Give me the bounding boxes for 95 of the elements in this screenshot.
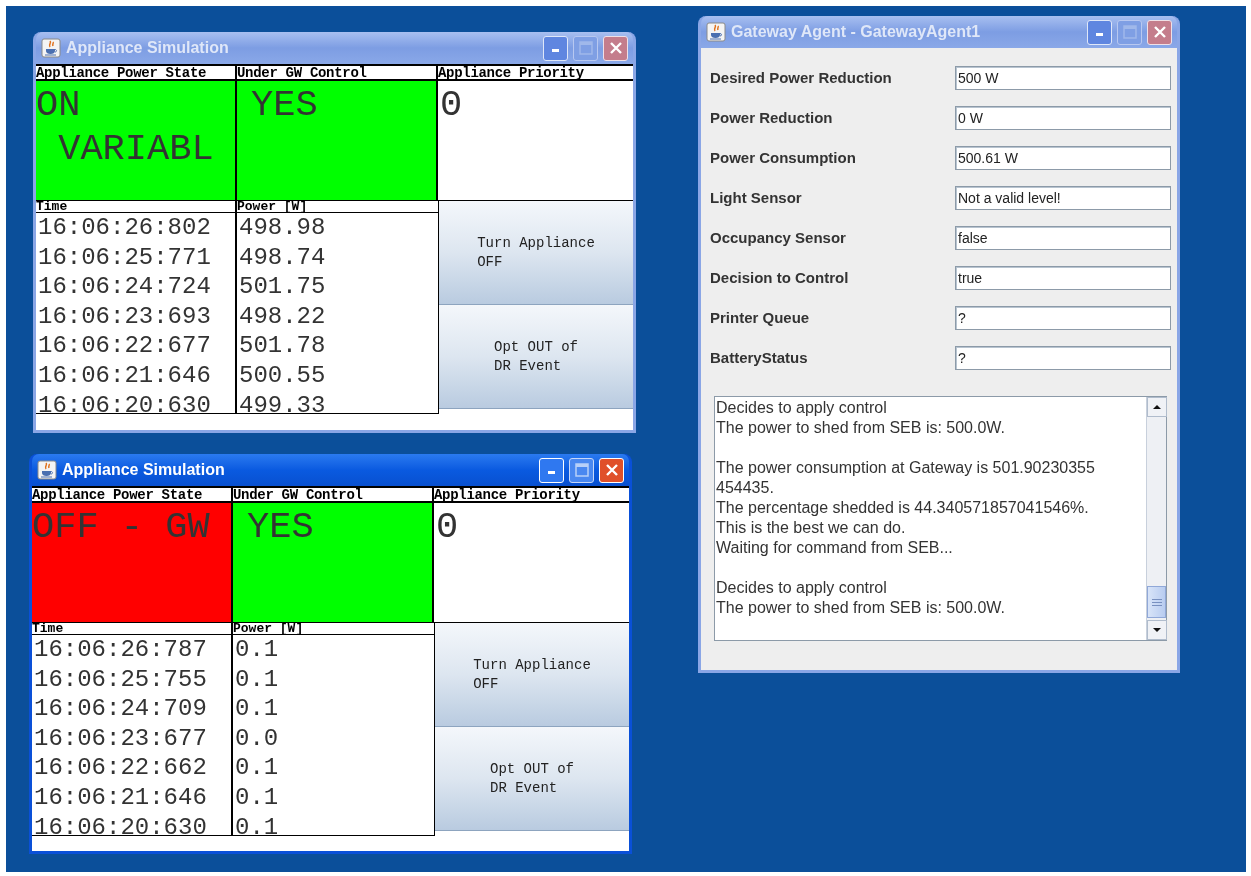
priority-value: 0	[440, 84, 463, 126]
power-cell-text: 0.1	[235, 753, 280, 783]
power-cell-text: 498.74	[239, 242, 327, 273]
priority-value: 0	[436, 506, 459, 548]
power-cell-text: 499.33	[239, 390, 327, 413]
scroll-bar[interactable]	[1146, 397, 1166, 640]
column-header: Appliance Power State	[32, 488, 233, 501]
maximize-button[interactable]	[569, 457, 594, 483]
power-state-text: OFF - GW	[32, 505, 210, 549]
power-cell-text: 501.78	[239, 331, 327, 361]
log-line: Waiting for command from SEB...	[716, 538, 954, 558]
minimize-button[interactable]	[1087, 19, 1112, 45]
log-line: The power to shed from SEB is: 500.0W.	[716, 418, 1007, 438]
appliance-button[interactable]: Opt OUT of DR Event	[435, 727, 629, 831]
column-header: Time	[32, 623, 233, 634]
power-cell-text: 0.0	[235, 723, 280, 754]
column-header: Time	[36, 201, 237, 212]
time-cell-text: 16:06:24:709	[34, 694, 208, 724]
power-cell-text: 0.1	[235, 812, 280, 835]
time-cell-text: 16:06:22:662	[34, 753, 208, 783]
minimize-button[interactable]	[543, 35, 568, 61]
time-cell-text: 16:06:21:646	[38, 360, 212, 391]
log-line: The power consumption at Gateway is 501.90230355	[716, 458, 1096, 478]
scroll-down-icon[interactable]	[1147, 620, 1167, 640]
column-header: Appliance Priority	[434, 488, 581, 501]
log-area[interactable]	[714, 396, 1167, 641]
time-cell-text: 16:06:26:787	[34, 635, 208, 665]
field-label: Power Consumption	[710, 147, 857, 168]
appliance-button[interactable]: Turn Appliance OFF	[435, 623, 629, 727]
appliance-button[interactable]: Turn Appliance OFF	[439, 201, 633, 305]
time-cell-text: 16:06:24:724	[38, 272, 212, 302]
text-field[interactable]: true	[955, 266, 1171, 290]
field-label: Light Sensor	[710, 187, 803, 208]
time-cell-text: 16:06:20:630	[34, 812, 208, 835]
column-header: Power [W]	[237, 201, 309, 212]
column-header: Power [W]	[233, 623, 305, 634]
column-header: Appliance Power State	[36, 66, 237, 79]
app-icon	[41, 38, 61, 58]
log-line: The percentage shedded is 44.340571857041546%.	[716, 498, 1090, 518]
power-cell-text: 0.1	[235, 664, 280, 695]
time-cell-text: 16:06:25:771	[38, 242, 212, 273]
window-title: Gateway Agent - GatewayAgent1	[731, 22, 982, 42]
power-cell-text: 500.55	[239, 360, 327, 391]
text-field[interactable]: 500 W	[955, 66, 1171, 90]
close-icon	[1152, 25, 1167, 39]
app-icon	[37, 460, 57, 480]
log-line: This is the best we can do.	[716, 518, 907, 538]
text-field[interactable]: 500.61 W	[955, 146, 1171, 170]
close-button[interactable]	[1147, 19, 1172, 45]
appliance-button[interactable]: Opt OUT of DR Event	[439, 305, 633, 409]
time-cell-text: 16:06:21:646	[34, 782, 208, 813]
time-cell-text: 16:06:20:630	[38, 390, 212, 413]
power-cell-text: 0.1	[235, 635, 280, 665]
power-cell-text: 0.1	[235, 694, 280, 724]
control-status-text: YES	[250, 83, 318, 127]
text-field[interactable]: 0 W	[955, 106, 1171, 130]
column-header: Appliance Priority	[438, 66, 585, 79]
field-label: Printer Queue	[710, 307, 811, 328]
text-field[interactable]: Not a valid level!	[955, 186, 1171, 210]
power-cell-text: 498.22	[239, 301, 327, 332]
time-cell-text: 16:06:25:755	[34, 664, 208, 695]
field-label: Decision to Control	[710, 267, 850, 288]
power-state-text: ON VARIABL	[36, 83, 214, 171]
maximize-icon	[578, 41, 593, 55]
control-status-text: YES	[246, 505, 314, 549]
text-field[interactable]: false	[955, 226, 1171, 250]
time-cell-text: 16:06:23:677	[34, 723, 208, 754]
scroll-up-icon[interactable]	[1147, 397, 1167, 417]
power-cell-text: 498.98	[239, 213, 327, 243]
maximize-icon	[574, 463, 589, 477]
close-icon	[608, 41, 623, 55]
field-label: Desired Power Reduction	[710, 67, 893, 88]
close-button[interactable]	[603, 35, 628, 61]
log-line: The power to shed from SEB is: 500.0W.	[716, 598, 1007, 618]
close-icon	[604, 463, 619, 477]
power-cell-text: 0.1	[235, 782, 280, 813]
field-label: Power Reduction	[710, 107, 834, 128]
text-field[interactable]: ?	[955, 306, 1171, 330]
log-line: 454435.	[716, 478, 775, 498]
scroll-thumb[interactable]	[1147, 586, 1166, 618]
text-field[interactable]: ?	[955, 346, 1171, 370]
column-header: Under GW Control	[237, 66, 438, 79]
time-cell-text: 16:06:22:677	[38, 331, 212, 361]
power-cell-text: 501.75	[239, 272, 327, 302]
window-title: Appliance Simulation	[62, 460, 226, 480]
app-icon	[706, 22, 726, 42]
log-line: Decides to apply control	[716, 398, 888, 418]
time-cell-text: 16:06:23:693	[38, 301, 212, 332]
window-title: Appliance Simulation	[66, 38, 230, 58]
column-header: Under GW Control	[233, 488, 434, 501]
field-label: BatteryStatus	[710, 347, 809, 368]
maximize-icon	[1122, 25, 1137, 39]
time-cell-text: 16:06:26:802	[38, 213, 212, 243]
log-line: Decides to apply control	[716, 578, 888, 598]
field-label: Occupancy Sensor	[710, 227, 847, 248]
